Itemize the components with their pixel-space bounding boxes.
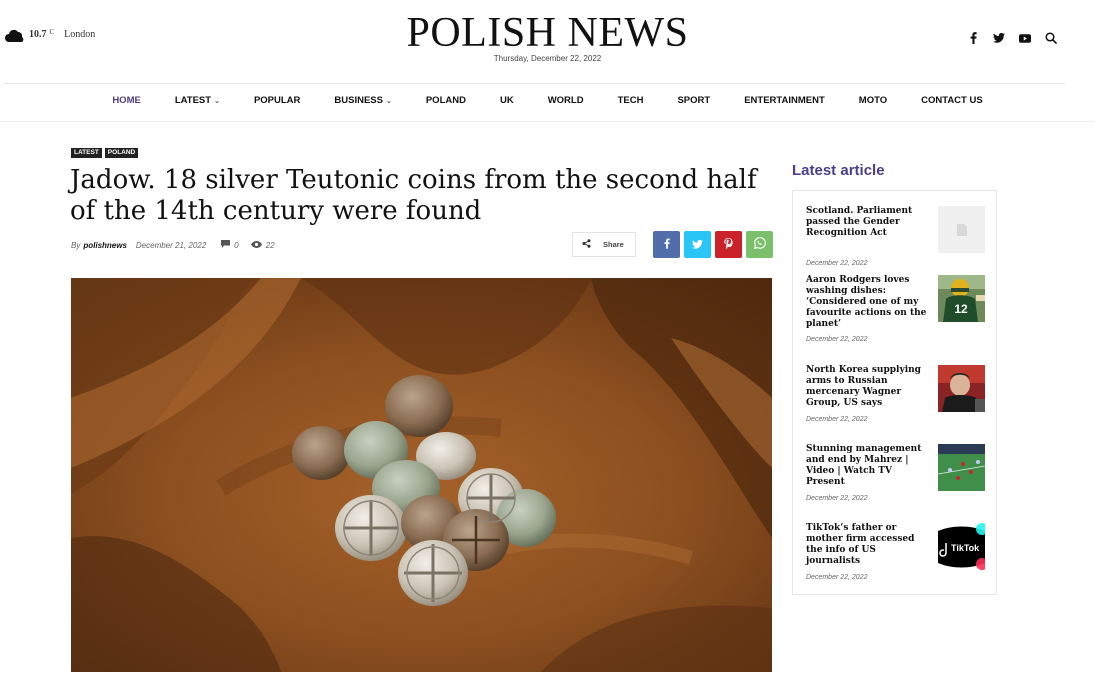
- main-nav: HOME LATEST ⌄ POPULAR BUSINESS ⌄ POLAND UK…: [0, 91, 1095, 113]
- nav-divider: [0, 121, 1095, 122]
- svg-text:TikTok: TikTok: [951, 543, 980, 553]
- sidebar-article-title[interactable]: TikTok’s father or mother firm accessed …: [806, 523, 931, 567]
- nav-item-popular[interactable]: POPULAR: [237, 91, 317, 113]
- twitter-icon: [692, 236, 703, 254]
- article-hero-image: [71, 278, 772, 672]
- share-whatsapp-button[interactable]: [746, 231, 773, 258]
- facebook-icon: [664, 236, 670, 254]
- article-date: December 21, 2022: [135, 240, 207, 250]
- sidebar-article-date: December 22, 2022: [806, 260, 868, 267]
- nav-item-uk[interactable]: UK: [483, 91, 531, 113]
- nav-item-business[interactable]: BUSINESS ⌄: [317, 91, 408, 113]
- nav-item-tech[interactable]: TECH: [601, 91, 661, 113]
- article-tags: LATEST POLAND: [71, 148, 139, 158]
- article-thumbnail[interactable]: [938, 206, 985, 253]
- sidebar-article-date: December 22, 2022: [806, 495, 868, 502]
- header-date: Thursday, December 22, 2022: [493, 54, 602, 63]
- whatsapp-icon: [753, 236, 766, 254]
- views-counter: 22: [250, 240, 275, 250]
- comment-icon: [221, 240, 231, 250]
- share-pinterest-button[interactable]: [715, 231, 742, 258]
- nav-item-contact-us[interactable]: CONTACT US: [904, 91, 1000, 113]
- article-thumbnail[interactable]: TikTok: [938, 523, 985, 570]
- nav-item-home[interactable]: HOME: [95, 91, 158, 113]
- nav-item-sport[interactable]: SPORT: [660, 91, 727, 113]
- site-logo[interactable]: POLISH NEWS: [0, 8, 1095, 58]
- search-icon[interactable]: [1045, 31, 1057, 45]
- author-link[interactable]: polishnews: [83, 241, 127, 250]
- nav-item-poland[interactable]: POLAND: [409, 91, 483, 113]
- nav-item-moto[interactable]: MOTO: [842, 91, 904, 113]
- article-thumbnail[interactable]: [938, 444, 985, 491]
- sidebar-article-date: December 22, 2022: [806, 336, 868, 343]
- sidebar-article-title[interactable]: Stunning management and end by Mahrez | …: [806, 444, 931, 488]
- share-icon: [582, 239, 591, 250]
- article-thumbnail[interactable]: [938, 365, 985, 412]
- sidebar-article-title[interactable]: North Korea supplying arms to Russian me…: [806, 365, 931, 409]
- comments-link[interactable]: 0: [221, 240, 239, 250]
- header-social-links: [967, 31, 1057, 45]
- eye-icon: [250, 240, 262, 250]
- pinterest-icon: [724, 236, 733, 254]
- sidebar-article-title[interactable]: Aaron Rodgers loves washing dishes: ‘Con…: [806, 275, 931, 330]
- share-twitter-button[interactable]: [684, 231, 711, 258]
- tag-latest[interactable]: LATEST: [71, 148, 102, 158]
- sidebar-article-date: December 22, 2022: [806, 574, 868, 581]
- sidebar-title: Latest article: [792, 162, 885, 179]
- nav-item-entertainment[interactable]: ENTERTAINMENT: [727, 91, 842, 113]
- comment-count: 0: [234, 240, 239, 250]
- site-header: 10.7 C London POLISH NEWS Thursday, Dece…: [0, 0, 1095, 84]
- article-meta: By polishnews December 21, 2022 0 22: [71, 240, 275, 250]
- share-facebook-button[interactable]: [653, 231, 680, 258]
- sidebar-article-title[interactable]: Scotland. Parliament passed the Gender R…: [806, 206, 931, 239]
- tag-poland[interactable]: POLAND: [104, 148, 139, 158]
- share-label: Share: [603, 240, 624, 249]
- svg-text:12: 12: [954, 302, 968, 316]
- share-button[interactable]: Share: [572, 232, 636, 257]
- latest-articles-box: Scotland. Parliament passed the Gender R…: [792, 190, 997, 595]
- nav-item-latest[interactable]: LATEST ⌄: [158, 91, 237, 113]
- youtube-icon[interactable]: [1019, 31, 1031, 45]
- article-title: Jadow. 18 silver Teutonic coins from the…: [70, 165, 757, 226]
- header-divider: [4, 83, 1065, 84]
- article-thumbnail[interactable]: 12: [938, 275, 985, 322]
- facebook-icon[interactable]: [967, 31, 979, 45]
- nav-item-world[interactable]: WORLD: [531, 91, 601, 113]
- sidebar-article-date: December 22, 2022: [806, 416, 868, 423]
- byline-prefix: By: [71, 240, 81, 250]
- chevron-down-icon: ⌄: [385, 98, 392, 105]
- view-count: 22: [265, 240, 275, 250]
- twitter-icon[interactable]: [993, 31, 1005, 45]
- chevron-down-icon: ⌄: [214, 98, 220, 105]
